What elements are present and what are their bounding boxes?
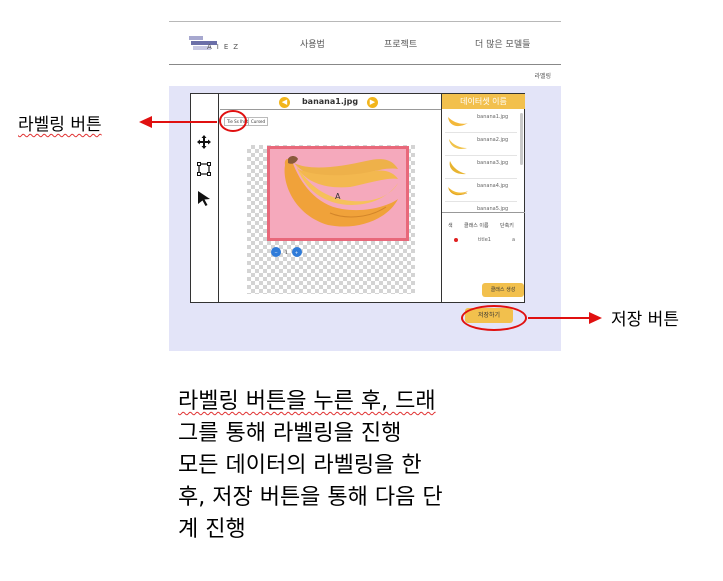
column-header-shortcut: 단축키 [500,223,514,229]
breadcrumb: 라벨링 [534,73,551,80]
instruction-text: 라벨링 버튼을 누른 후, 드래 그를 통해 라벨링을 진행 모든 데이터의 라… [178,386,518,546]
bounding-box[interactable]: A [267,146,409,241]
save-button-callout: 저장 버튼 [611,310,679,330]
file-item-name: banana4.jpg [477,183,509,189]
instruction-line: 라벨링 버튼을 누른 후, 드래 [178,389,436,414]
cancel-mode-button[interactable]: Cursed [248,117,269,126]
labeling-button-highlight [219,110,247,132]
class-name-cell: title1 [478,237,491,243]
create-class-button[interactable]: 클래스 생성 [482,283,524,297]
dataset-title: 데이터셋 이름 [442,94,525,109]
dataset-panel: 데이터셋 이름 banana1.jpg banana2.jpg banana3.… [441,94,525,302]
app-screenshot: AIEZ 사용법 프로젝트 더 많은 모델들 라벨링 ◀ banana1.jpg… [169,0,561,351]
arrow-right-icon: ▶ [369,98,376,106]
nav-divider [169,64,561,65]
image-canvas-area: ◀ banana1.jpg ▶ Tie Ss Ihrit Cursed A − … [220,94,441,302]
file-header: ◀ banana1.jpg ▶ [220,94,441,110]
list-item[interactable]: banana4.jpg [445,180,517,202]
logo-text: AIEZ [207,43,244,51]
cursor-icon[interactable] [196,190,212,206]
column-header-color: 색 [448,223,453,229]
zoom-control: − 1 + [271,246,302,258]
file-item-name: banana1.jpg [477,114,509,120]
instruction-line: 계 진행 [178,517,246,542]
list-item[interactable]: banana1.jpg [445,111,517,133]
instruction-line: 후, 저장 버튼을 통해 다음 단 [178,485,443,510]
logo[interactable]: AIEZ [189,32,249,56]
banana-thumbnail [448,117,468,127]
top-divider [169,21,561,22]
scrollbar[interactable] [520,113,523,165]
zoom-in-button[interactable]: + [291,247,302,257]
file-name: banana1.jpg [301,97,359,106]
labeling-button-callout: 라벨링 버튼 [18,115,102,135]
bounding-box-icon[interactable] [196,161,212,177]
banana-thumbnail [449,139,467,149]
banana-thumbnail [449,161,466,175]
class-color-swatch [454,238,458,242]
nav-item-project[interactable]: 프로젝트 [384,37,417,50]
save-button-highlight [461,305,527,331]
file-item-name: banana2.jpg [477,137,509,143]
tool-sidebar [191,94,219,302]
list-item[interactable]: banana5.jpg [445,203,517,212]
next-image-button[interactable]: ▶ [367,97,378,108]
nav-item-usage[interactable]: 사용법 [300,37,325,50]
nav-item-more-models[interactable]: 더 많은 모델들 [475,37,530,50]
class-key-cell: a [512,237,516,243]
zoom-value: 1 [285,249,288,255]
list-item[interactable]: banana3.jpg [445,157,517,179]
instruction-line: 그를 통해 라벨링을 진행 [178,421,402,446]
column-header-class-name: 클래스 이름 [464,223,489,229]
zoom-out-button[interactable]: − [271,247,281,257]
list-item[interactable]: banana2.jpg [445,134,517,156]
panel-divider [442,212,525,213]
move-icon[interactable] [196,134,212,150]
file-item-name: banana3.jpg [477,160,509,166]
box-class-label: A [335,192,341,201]
banana-thumbnail [448,187,468,196]
instruction-line: 모든 데이터의 라벨링을 한 [178,453,422,478]
